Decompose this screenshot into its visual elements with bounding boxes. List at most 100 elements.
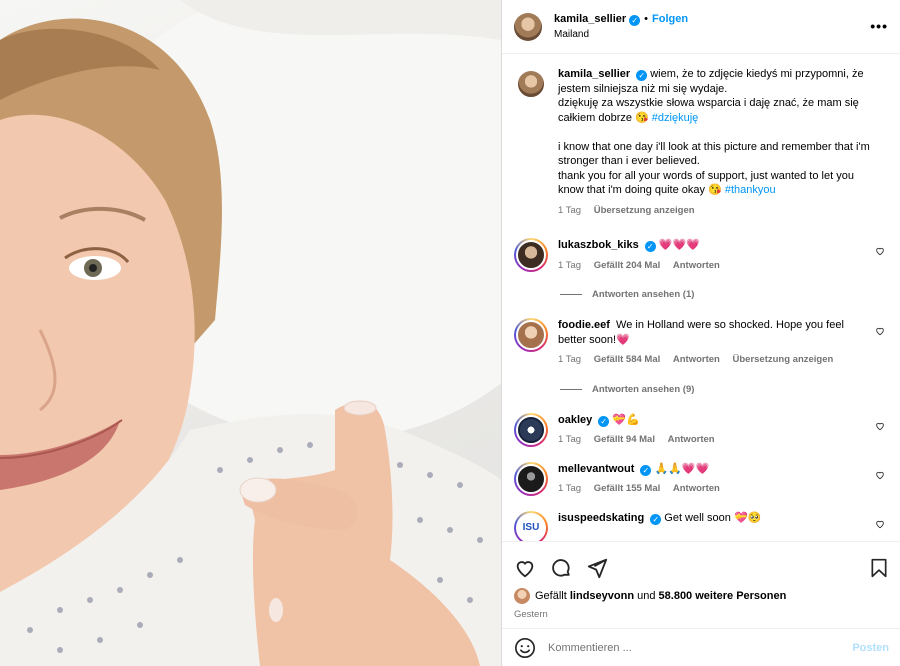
replies-line <box>560 294 582 295</box>
post-sidebar: kamila_sellier ✓ • Folgen Mailand ••• kamil… <box>501 0 900 666</box>
comment-likes[interactable]: Gefällt 204 Mal <box>594 260 661 271</box>
post-header: kamila_sellier ✓ • Folgen Mailand ••• <box>502 0 900 54</box>
comment-avatar-ring[interactable]: ISU <box>514 510 548 541</box>
share-paper-plane-icon[interactable] <box>586 557 608 579</box>
verified-badge-icon: ✓ <box>629 14 641 26</box>
save-bookmark-icon[interactable] <box>869 557 889 579</box>
comment-item: lukaszbok_kiks ✓ 💗💗💗 1 Tag Gefällt 204 Ma… <box>514 238 889 273</box>
comment-avatar-ring[interactable] <box>514 461 548 496</box>
comment-item: mellevantwout ✓ 🙏🙏💗💗 1 Tag Gefällt 155 Ma… <box>514 461 889 497</box>
hashtag-pl[interactable]: #dziękuję <box>652 112 698 124</box>
comment-username[interactable]: foodie.eef <box>558 319 610 331</box>
comment-avatar <box>516 414 546 445</box>
comment-body: oakley ✓ 💝💪 1 Tag Gefällt 94 Mal Antworte… <box>558 413 873 448</box>
liker-avatar[interactable] <box>514 588 530 604</box>
comment-avatar-ring[interactable] <box>514 318 548 352</box>
verified-badge-icon: ✓ <box>650 513 662 525</box>
like-comment-heart-icon[interactable] <box>875 421 885 431</box>
instagram-post-view: kamila_sellier ✓ • Folgen Mailand ••• kamil… <box>0 0 900 666</box>
comment-body: isuspeedskating ✓ Get well soon 💝🥺 <box>558 511 873 542</box>
reply-button[interactable]: Antworten <box>668 434 715 445</box>
comment-username[interactable]: oakley <box>558 414 592 426</box>
comment-likes[interactable]: Gefällt 94 Mal <box>594 434 655 445</box>
comment-avatar-ring[interactable] <box>514 412 548 447</box>
author-avatar[interactable] <box>514 12 542 41</box>
like-comment-heart-icon[interactable] <box>875 519 885 529</box>
translate-link[interactable]: Übersetzung anzeigen <box>733 354 834 365</box>
like-comment-heart-icon[interactable] <box>875 246 885 256</box>
comment-text: Get well soon 💝🥺 <box>664 511 762 524</box>
comment-text: 💗💗💗 <box>658 239 700 251</box>
comment-meta: 1 Tag Gefällt 204 Mal Antworten <box>558 259 873 274</box>
caption-body: kamila_sellier ✓ wiem, że to zdjęcie kied… <box>558 67 873 218</box>
comment-time[interactable]: 1 Tag <box>558 434 581 445</box>
caption-translate-link[interactable]: Übersetzung anzeigen <box>594 205 695 216</box>
comment-body: lukaszbok_kiks ✓ 💗💗💗 1 Tag Gefällt 204 Ma… <box>558 238 873 273</box>
reply-button[interactable]: Antworten <box>673 483 720 494</box>
comment-time[interactable]: 1 Tag <box>558 260 581 271</box>
view-replies-link[interactable]: Antworten ansehen (1) <box>560 289 889 300</box>
comment-item: oakley ✓ 💝💪 1 Tag Gefällt 94 Mal Antworte… <box>514 412 889 448</box>
comment-body: foodie.eef We in Holland were so shocked… <box>558 318 873 368</box>
view-replies-label: Antworten ansehen (9) <box>592 383 695 395</box>
view-replies-link[interactable]: Antworten ansehen (9) <box>560 384 889 395</box>
hashtag-en[interactable]: #thankyou <box>725 184 776 196</box>
post-location[interactable]: Mailand <box>554 27 688 42</box>
comments-scroll-area[interactable]: kamila_sellier ✓ wiem, że to zdjęcie kied… <box>502 55 900 541</box>
post-photo[interactable] <box>0 0 501 666</box>
likes-prefix: Gefällt <box>535 590 567 602</box>
comment-meta: 1 Tag Gefällt 155 Mal Antworten <box>558 482 873 497</box>
author-username[interactable]: kamila_sellier <box>554 13 626 25</box>
like-comment-heart-icon[interactable] <box>875 470 885 480</box>
author-meta: kamila_sellier ✓ • Folgen Mailand <box>554 12 688 42</box>
comment-avatar <box>516 320 546 350</box>
comment-avatar-ring[interactable] <box>514 238 548 272</box>
comment-text: 💝💪 <box>612 413 640 426</box>
action-icons <box>502 542 900 584</box>
liker-username[interactable]: lindseyvonn <box>570 590 634 602</box>
post-comment-button[interactable]: Posten <box>852 642 889 654</box>
selfie-illustration <box>0 0 501 666</box>
reply-button[interactable]: Antworten <box>673 260 720 271</box>
like-comment-heart-icon[interactable] <box>875 326 885 336</box>
caption-meta: 1 Tag Übersetzung anzeigen <box>558 204 873 219</box>
verified-badge-icon: ✓ <box>640 464 652 476</box>
reply-button[interactable]: Antworten <box>673 354 720 365</box>
separator-dot: • <box>644 12 649 25</box>
follow-button[interactable]: Folgen <box>652 13 688 25</box>
post-actions: Gefällt lindseyvonn und 58.800 weitere P… <box>502 541 900 666</box>
comment-username[interactable]: isuspeedskating <box>558 512 644 524</box>
comment-username[interactable]: lukaszbok_kiks <box>558 239 639 251</box>
view-replies-label: Antworten ansehen (1) <box>592 289 695 300</box>
comment-meta: 1 Tag Gefällt 584 Mal Antworten Übersetz… <box>558 353 873 368</box>
caption-avatar <box>516 69 546 99</box>
comment-time[interactable]: 1 Tag <box>558 354 581 365</box>
caption-avatar-ring[interactable] <box>514 67 548 101</box>
likes-summary: Gefällt lindseyvonn und 58.800 weitere P… <box>502 584 900 604</box>
comment-likes[interactable]: Gefällt 155 Mal <box>594 483 661 494</box>
comment-avatar <box>516 240 546 270</box>
comment-input[interactable]: Kommentieren ... <box>548 642 852 654</box>
caption: kamila_sellier ✓ wiem, że to zdjęcie kied… <box>514 67 889 218</box>
caption-text-en: i know that one day i'll look at this pi… <box>558 140 870 168</box>
comment-likes[interactable]: Gefällt 584 Mal <box>594 354 661 365</box>
comment-body: mellevantwout ✓ 🙏🙏💗💗 1 Tag Gefällt 155 Ma… <box>558 462 873 497</box>
comment-meta: 1 Tag Gefällt 94 Mal Antworten <box>558 433 873 448</box>
comment-username[interactable]: mellevantwout <box>558 463 634 475</box>
comment-time[interactable]: 1 Tag <box>558 483 581 494</box>
caption-time[interactable]: 1 Tag <box>558 205 581 216</box>
verified-badge-icon: ✓ <box>598 415 610 427</box>
caption-text-pl-2: dziękuję za wszystkie słowa wsparcia i d… <box>558 97 859 124</box>
comment-item: foodie.eef We in Holland were so shocked… <box>514 318 889 368</box>
verified-badge-icon: ✓ <box>636 70 648 81</box>
more-options-icon[interactable]: ••• <box>870 18 888 34</box>
likes-mid: und <box>637 590 656 602</box>
post-date[interactable]: Gestern <box>502 604 900 620</box>
like-heart-icon[interactable] <box>514 557 536 579</box>
comment-text: 🙏🙏💗💗 <box>654 462 710 475</box>
isu-logo-avatar: ISU <box>516 512 546 541</box>
likes-count[interactable]: 58.800 weitere Personen <box>659 590 787 602</box>
caption-username[interactable]: kamila_sellier <box>558 68 630 80</box>
comment-bubble-icon[interactable] <box>550 557 572 579</box>
emoji-picker-icon[interactable] <box>514 637 536 659</box>
